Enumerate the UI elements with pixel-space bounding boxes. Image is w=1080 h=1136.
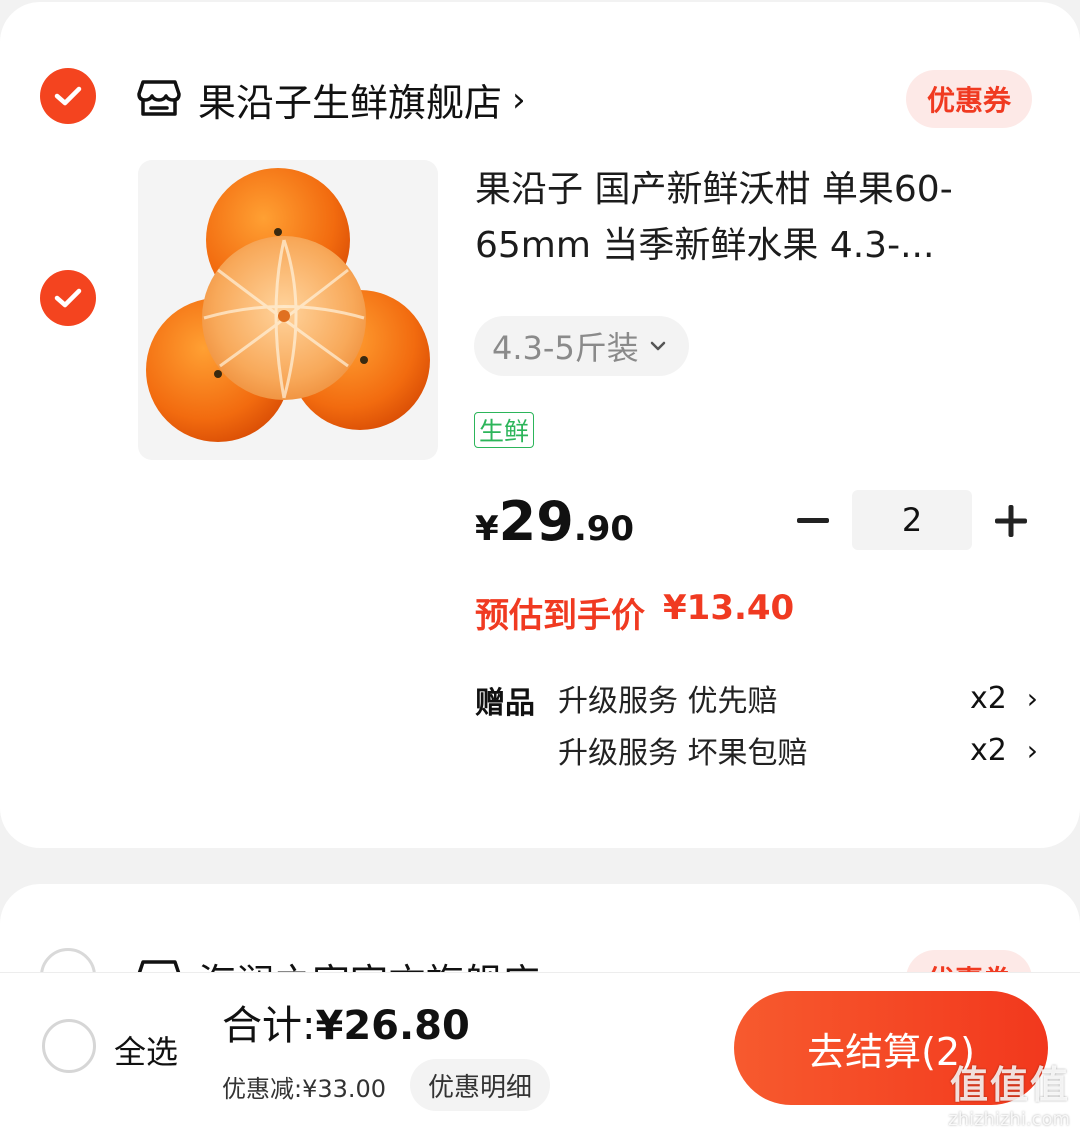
gift-count: x2 — [969, 680, 1007, 716]
product-title[interactable]: 果沿子 国产新鲜沃柑 单果60- 65mm 当季新鲜水果 4.3-... — [475, 162, 1035, 274]
gift-name: 升级服务 坏果包赔 — [558, 736, 808, 771]
product-price: ¥ 29 .90 — [475, 490, 634, 553]
gift-name: 升级服务 优先赔 — [558, 684, 778, 719]
store-card: 果沿子生鲜旗舰店 › 优惠券 果沿子 国产新鲜沃柑 单果60- 65mm 当季新… — [0, 2, 1080, 848]
spec-label: 4.3-5斤装 — [492, 329, 639, 367]
check-icon — [54, 288, 82, 308]
total-value: ¥26.80 — [315, 1003, 470, 1049]
store-select-checkbox[interactable] — [40, 68, 96, 124]
gift-label: 赠品 — [475, 686, 535, 721]
increase-quantity-button[interactable] — [986, 496, 1036, 546]
chevron-right-icon: › — [1026, 733, 1038, 767]
store-icon — [137, 78, 181, 122]
chevron-right-icon: › — [1026, 681, 1038, 715]
watermark-site: zhizhizhi.com — [948, 1109, 1070, 1130]
estimated-price-value: ¥13.40 — [663, 588, 795, 628]
discount-amount: 优惠减:¥33.00 — [222, 1075, 387, 1103]
product-title-line1: 果沿子 国产新鲜沃柑 单果60- — [475, 169, 953, 210]
quantity-input[interactable]: 2 — [852, 490, 972, 550]
gift-item[interactable]: 升级服务 优先赔 x2 › — [558, 676, 1038, 720]
chevron-right-icon: › — [512, 79, 526, 120]
coupon-button[interactable]: 优惠券 — [906, 70, 1032, 128]
price-integer: 29 — [498, 490, 574, 553]
price-decimal: .90 — [573, 509, 635, 549]
product-title-line2: 65mm 当季新鲜水果 4.3-... — [475, 225, 935, 266]
plus-icon — [995, 505, 1027, 537]
select-all-label[interactable]: 全选 — [114, 1027, 178, 1073]
total-price: 合计:¥26.80 — [222, 993, 470, 1051]
total-label: 合计: — [222, 1003, 316, 1049]
chevron-down-icon — [650, 341, 666, 351]
store-name: 果沿子生鲜旗舰店 — [198, 81, 503, 125]
watermark-logo: 值值值 — [949, 1063, 1070, 1107]
decrease-quantity-button[interactable] — [788, 496, 838, 546]
spec-selector[interactable]: 4.3-5斤装 — [474, 316, 689, 376]
estimated-price-label: 预估到手价 — [475, 596, 645, 636]
gift-count: x2 — [969, 732, 1007, 768]
select-all-checkbox[interactable] — [42, 1019, 96, 1073]
discount-detail-button[interactable]: 优惠明细 — [410, 1059, 551, 1111]
checkout-bar: 全选 合计:¥26.80 优惠减:¥33.00 优惠明细 去结算(2) 值值值 … — [0, 972, 1080, 1136]
gift-item[interactable]: 升级服务 坏果包赔 x2 › — [558, 728, 1038, 772]
minus-icon — [797, 518, 829, 523]
store-name-link[interactable]: 果沿子生鲜旗舰店 › — [198, 72, 526, 127]
item-select-checkbox[interactable] — [40, 270, 96, 326]
watermark: 值值值 zhizhizhi.com — [948, 1054, 1070, 1130]
product-image[interactable] — [138, 160, 438, 460]
price-symbol: ¥ — [475, 509, 499, 549]
estimated-price: 预估到手价 ¥13.40 — [475, 588, 794, 637]
fresh-tag: 生鲜 — [474, 412, 535, 448]
check-icon — [54, 86, 82, 106]
